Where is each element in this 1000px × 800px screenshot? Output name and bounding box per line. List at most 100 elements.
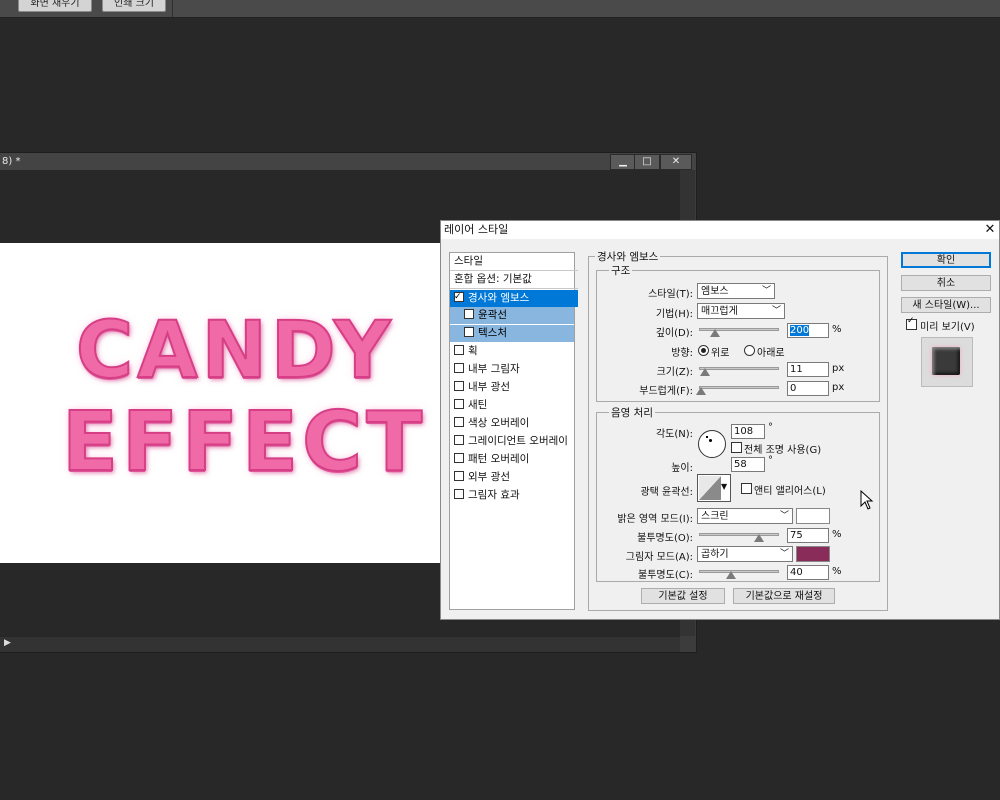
style-list-checkbox[interactable]: [454, 381, 464, 391]
highlight-opacity-slider-thumb[interactable]: [754, 534, 764, 542]
style-list-label: 내부 그림자: [468, 363, 520, 375]
dialog-title: 레이어 스타일: [441, 221, 999, 239]
direction-up-label: 위로: [711, 348, 730, 359]
scroll-right-arrow-icon[interactable]: ▶: [4, 638, 11, 648]
style-list-item[interactable]: 텍스처: [450, 325, 574, 342]
preview-checkbox[interactable]: [906, 316, 917, 330]
style-list-item[interactable]: 패턴 오버레이: [450, 451, 578, 468]
technique-label: 기법(H):: [655, 309, 693, 320]
shadow-opacity-slider-thumb[interactable]: [726, 571, 736, 579]
highlight-opacity-input[interactable]: 75: [787, 528, 829, 543]
angle-unit: °: [768, 422, 773, 433]
ok-button[interactable]: 확인: [901, 252, 991, 268]
style-list-checkbox[interactable]: [454, 435, 464, 445]
soften-slider[interactable]: [699, 386, 779, 389]
style-list-checkbox[interactable]: [454, 453, 464, 463]
shadow-opacity-input[interactable]: 40: [787, 565, 829, 580]
angle-input[interactable]: 108: [731, 424, 765, 439]
technique-select-value: 매끄럽게: [701, 306, 738, 317]
angle-dial-center: [709, 439, 712, 442]
close-icon[interactable]: ✕: [660, 154, 692, 170]
minimize-icon[interactable]: ▁: [610, 154, 636, 170]
shadow-mode-value: 곱하기: [701, 549, 729, 560]
new-style-button[interactable]: 새 스타일(W)...: [901, 297, 991, 313]
bevel-emboss-group: 경사와 엠보스 구조 스타일(T): 엠보스 ﹀ 기법(H): 매끄럽게 ﹀ 깊이(…: [588, 249, 888, 611]
reset-to-default-button[interactable]: 기본값으로 재설정: [733, 588, 835, 604]
canvas-text-line-2: EFFECT: [61, 395, 427, 490]
cancel-button[interactable]: 취소: [901, 275, 991, 291]
document-canvas[interactable]: CANDY EFFECT: [0, 243, 440, 563]
style-list-item[interactable]: 내부 광선: [450, 379, 578, 396]
contour-preview-icon: [699, 476, 721, 500]
style-list-checkbox[interactable]: [454, 345, 464, 355]
style-list-checkbox[interactable]: [454, 489, 464, 499]
dialog-close-icon[interactable]: ✕: [981, 221, 999, 239]
style-list-item[interactable]: 혼합 옵션: 기본값: [450, 271, 578, 289]
shadow-opacity-slider[interactable]: [699, 570, 779, 573]
style-list-label: 혼합 옵션: 기본값: [454, 273, 532, 285]
gloss-contour-picker[interactable]: ▼: [697, 474, 731, 502]
size-slider-thumb[interactable]: [700, 368, 710, 376]
soften-input[interactable]: 0: [787, 381, 829, 396]
shadow-mode-label: 그림자 모드(A):: [625, 552, 693, 563]
angle-dial-pointer: [706, 436, 708, 438]
global-light-checkbox[interactable]: [731, 442, 742, 453]
style-list-item[interactable]: 그레이디언트 오버레이: [450, 433, 578, 450]
style-list-checkbox[interactable]: [454, 363, 464, 373]
style-list-checkbox[interactable]: [464, 309, 474, 319]
style-list-checkbox[interactable]: [464, 327, 474, 337]
altitude-input[interactable]: 58: [731, 457, 765, 472]
angle-dial[interactable]: [698, 430, 726, 458]
style-list-item[interactable]: 외부 광선: [450, 469, 578, 486]
make-default-button[interactable]: 기본값 설정: [641, 588, 725, 604]
depth-slider-thumb[interactable]: [710, 329, 720, 337]
depth-label: 깊이(D):: [655, 328, 693, 339]
style-list-label: 텍스처: [478, 327, 507, 339]
style-list-item[interactable]: 윤곽선: [450, 307, 574, 324]
restore-icon[interactable]: □: [634, 154, 660, 170]
global-light-label: 전체 조명 사용(G): [744, 445, 822, 456]
size-slider[interactable]: [699, 367, 779, 370]
shadow-mode-select[interactable]: 곱하기 ﹀: [697, 546, 793, 562]
style-list-checkbox[interactable]: [454, 399, 464, 409]
style-list-item[interactable]: 새틴: [450, 397, 578, 414]
highlight-opacity-slider[interactable]: [699, 533, 779, 536]
style-select[interactable]: 엠보스 ﹀: [697, 283, 775, 299]
style-list-checkbox[interactable]: [454, 417, 464, 427]
fill-screen-button[interactable]: 화면 채우기: [18, 0, 92, 12]
style-list-checkbox[interactable]: [454, 289, 464, 306]
preview-square: [932, 347, 960, 375]
highlight-mode-select[interactable]: 스크린 ﹀: [697, 508, 793, 524]
style-list-label: 외부 광선: [468, 471, 510, 483]
style-list-label: 그레이디언트 오버레이: [468, 435, 568, 447]
contour-dropdown-icon[interactable]: ▼: [721, 482, 727, 491]
horizontal-scrollbar[interactable]: ▶: [0, 636, 680, 652]
print-size-button[interactable]: 인쇄 크기: [102, 0, 166, 12]
layer-style-dialog: 레이어 스타일 ✕ 스타일혼합 옵션: 기본값경사와 엠보스윤곽선텍스처획내부 …: [440, 220, 1000, 620]
highlight-mode-value: 스크린: [701, 511, 729, 522]
preview-label: 미리 보기(V): [920, 322, 975, 333]
style-list-item[interactable]: 스타일: [450, 253, 578, 271]
document-title-bar[interactable]: 8) * ▁ □ ✕: [0, 153, 696, 170]
chevron-down-icon: ﹀: [779, 549, 789, 559]
style-list-item[interactable]: 색상 오버레이: [450, 415, 578, 432]
highlight-color-swatch[interactable]: [796, 508, 830, 524]
size-label: 크기(Z):: [656, 367, 693, 378]
style-list-item[interactable]: 획: [450, 343, 578, 360]
direction-up-radio[interactable]: [698, 345, 709, 356]
anti-aliased-checkbox[interactable]: [741, 483, 752, 494]
style-list-item[interactable]: 그림자 효과: [450, 487, 578, 504]
technique-select[interactable]: 매끄럽게 ﹀: [697, 303, 785, 319]
depth-unit: %: [832, 324, 842, 335]
shadow-color-swatch[interactable]: [796, 546, 830, 562]
style-list-checkbox[interactable]: [454, 471, 464, 481]
soften-unit: px: [832, 382, 845, 393]
style-list-item[interactable]: 내부 그림자: [450, 361, 578, 378]
size-input[interactable]: 11: [787, 362, 829, 377]
document-title: 8) *: [2, 156, 21, 167]
soften-slider-thumb[interactable]: [696, 387, 706, 395]
direction-down-radio[interactable]: [744, 345, 755, 356]
depth-input[interactable]: 200: [787, 323, 829, 338]
mouse-cursor-icon: [860, 490, 874, 510]
style-list-item[interactable]: 경사와 엠보스: [450, 289, 578, 307]
